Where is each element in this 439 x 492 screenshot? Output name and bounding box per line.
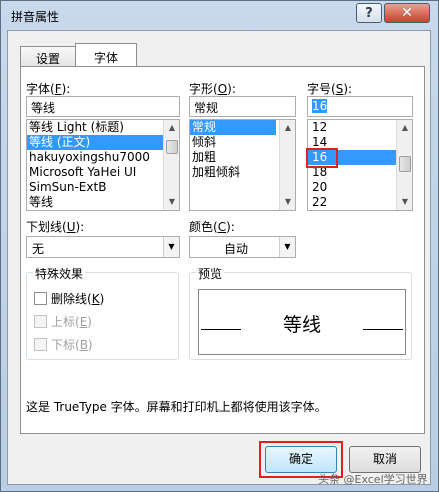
size-input[interactable]: 16 — [307, 96, 413, 117]
chevron-down-icon[interactable]: ▼ — [279, 237, 295, 257]
font-list-item[interactable]: 等线 (正文) — [27, 135, 179, 150]
size-highlight-box — [306, 148, 338, 168]
superscript-checkbox[interactable]: 上标(E) — [34, 313, 92, 330]
window-title: 拼音属性 — [11, 10, 60, 24]
scroll-down-icon[interactable]: ▼ — [397, 194, 412, 210]
font-list-item[interactable]: Microsoft YaHei UI — [27, 165, 179, 180]
preview-title: 预览 — [196, 265, 225, 282]
scroll-thumb[interactable] — [166, 140, 178, 154]
size-label: 字号(S): — [307, 82, 353, 96]
color-select[interactable]: 自动 ▼ — [189, 236, 296, 258]
font-list-item[interactable]: SimSun-ExtB — [27, 180, 179, 195]
tab-font[interactable]: 字体 — [75, 43, 137, 68]
scroll-up-icon[interactable]: ▲ — [397, 120, 412, 136]
font-list[interactable]: 等线 Light (标题) 等线 (正文) hakuyoxingshu7000 … — [26, 119, 180, 211]
scroll-down-icon[interactable]: ▼ — [164, 194, 179, 210]
style-label: 字形(O): — [189, 82, 236, 96]
font-list-item[interactable]: 等线 Light (标题) — [27, 120, 179, 135]
size-input-selection: 16 — [312, 99, 328, 113]
font-description: 这是 TrueType 字体。屏幕和打印机上都将使用该字体。 — [26, 400, 327, 414]
subscript-checkbox[interactable]: 下标(B) — [34, 336, 93, 353]
scroll-down-icon[interactable]: ▼ — [280, 194, 295, 210]
help-button[interactable]: ? — [356, 3, 382, 23]
style-input[interactable]: 常规 — [189, 96, 296, 117]
style-list[interactable]: 常规 倾斜 加粗 加粗倾斜 ▲ ▼ — [189, 119, 296, 211]
underline-value: 无 — [32, 242, 45, 256]
preview-line-right — [363, 329, 403, 330]
color-value: 自动 — [224, 242, 249, 256]
size-list-scrollbar[interactable]: ▲ ▼ — [396, 120, 412, 210]
preview-box: 等线 — [198, 289, 406, 355]
strikethrough-label: 删除线(K) — [51, 292, 105, 306]
underline-label: 下划线(U): — [26, 220, 85, 234]
preview-sample-text: 等线 — [282, 314, 321, 336]
strikethrough-checkbox[interactable]: 删除线(K) — [34, 290, 104, 307]
checkbox-box[interactable] — [34, 338, 47, 351]
watermark: 头条 @Excel学习世界 — [318, 473, 428, 486]
font-list-item[interactable]: hakuyoxingshu7000 — [27, 150, 179, 165]
superscript-label: 上标(E) — [51, 315, 92, 329]
scroll-thumb[interactable] — [399, 156, 411, 172]
font-label: 字体(F): — [26, 82, 71, 96]
scroll-up-icon[interactable]: ▲ — [164, 120, 179, 136]
checkbox-box[interactable] — [34, 315, 47, 328]
checkbox-box[interactable] — [34, 292, 47, 305]
tab-settings[interactable]: 设置 — [20, 46, 76, 67]
subscript-label: 下标(B) — [51, 338, 93, 352]
font-input[interactable]: 等线 — [26, 96, 180, 117]
font-list-item[interactable]: 等线 — [27, 195, 179, 210]
underline-select[interactable]: 无 ▼ — [26, 236, 180, 258]
style-list-item[interactable]: 常规 — [190, 120, 276, 135]
font-list-scrollbar[interactable]: ▲ ▼ — [163, 120, 179, 210]
style-list-scrollbar[interactable]: ▲ ▼ — [279, 120, 295, 210]
cancel-button[interactable]: 取消 — [349, 446, 421, 473]
title-bar[interactable]: 拼音属性 ? ✕ — [1, 1, 438, 31]
chevron-down-icon[interactable]: ▼ — [163, 237, 179, 257]
color-label: 颜色(C): — [189, 220, 235, 234]
effects-title: 特殊效果 — [33, 265, 86, 282]
close-button[interactable]: ✕ — [384, 3, 430, 23]
scroll-up-icon[interactable]: ▲ — [280, 120, 295, 136]
